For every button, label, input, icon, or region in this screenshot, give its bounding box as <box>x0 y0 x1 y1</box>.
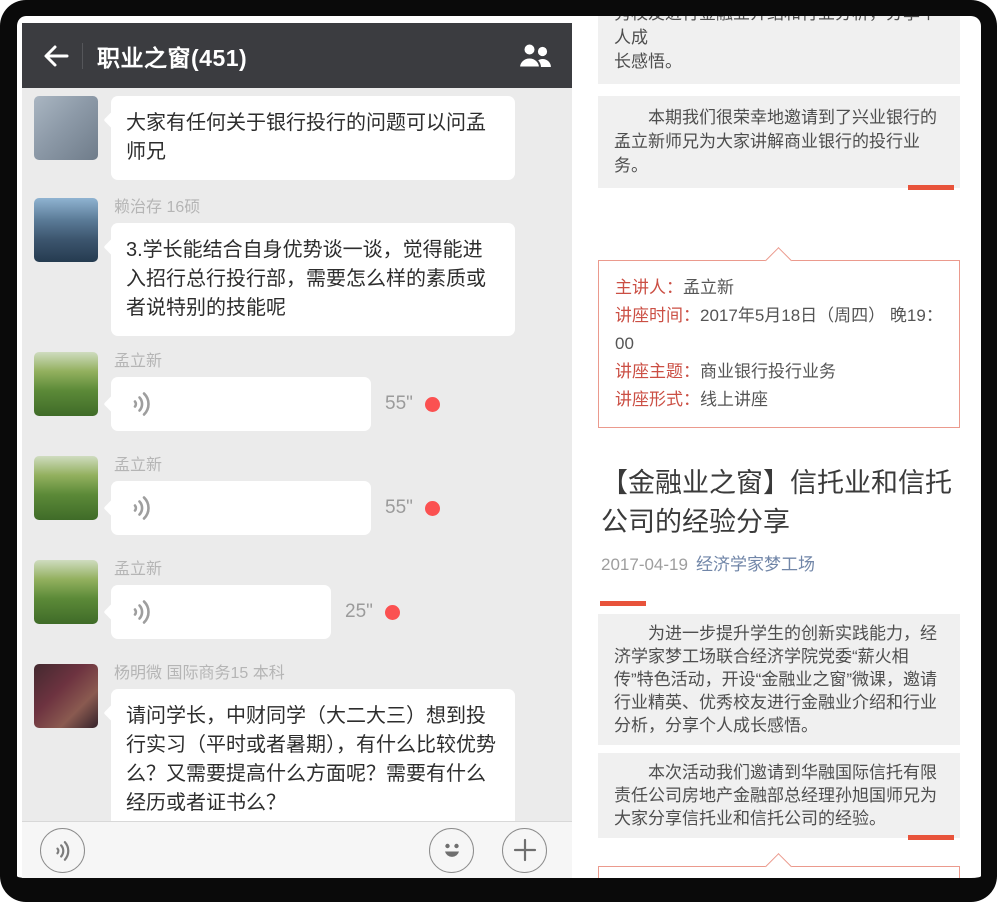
avatar[interactable] <box>34 560 98 624</box>
message-row: 孟立新 55" <box>22 352 572 431</box>
chat-messages: 大家有任何关于银行投行的问题可以问孟师兄赖治存 16硕 3.学长能结合自身优势谈一… <box>22 88 572 821</box>
avatar[interactable] <box>34 96 98 160</box>
message-input-area[interactable] <box>99 831 415 869</box>
message-row: 孟立新 25" <box>22 560 572 639</box>
sender-name: 孟立新 <box>114 456 560 476</box>
lecture-row: 讲座时间：2017年5月18日（周四） 晚19：00 <box>615 302 943 358</box>
lecture-info-box-2: 主讲人：孙旭国 讲座时间：2017年4月21日（周五） 晚19:00 讲座主题：… <box>598 866 960 902</box>
article-panel: 秀校友进行金融业介绍和行业分析，分享个人成 长感悟。 本期我们很荣幸地邀请到了兴… <box>598 16 960 902</box>
avatar[interactable] <box>34 456 98 520</box>
message-row: 杨明微 国际商务15 本科请问学长，中财同学（大二大三）想到投行实习（平时或者暑… <box>22 664 572 821</box>
avatar[interactable] <box>34 664 98 728</box>
lecture-row: 讲座形式：线上讲座 <box>615 386 943 414</box>
sender-name: 孟立新 <box>114 560 560 580</box>
callout-caret-icon <box>765 247 792 274</box>
clipped-line-end: 长感悟。 <box>614 50 944 74</box>
header-divider <box>82 43 83 69</box>
sender-name: 孟立新 <box>114 352 560 372</box>
accent-dash <box>600 601 646 606</box>
voice-message-bubble[interactable] <box>111 481 371 535</box>
lecture-info-box-1: 主讲人：孟立新 讲座时间：2017年5月18日（周四） 晚19：00 讲座主题：… <box>598 260 960 428</box>
voice-message-bubble[interactable] <box>111 377 371 431</box>
screenshot-frame: 职业之窗(451) 大家有任何关于银行投行的问题可以问孟师兄赖治存 16硕 3.学… <box>0 0 997 902</box>
chat-title: 职业之窗(451) <box>97 39 247 73</box>
text-message-bubble[interactable]: 请问学长，中财同学（大二大三）想到投行实习（平时或者暑期），有什么比较优势么？又… <box>111 689 515 821</box>
chat-panel: 职业之窗(451) 大家有任何关于银行投行的问题可以问孟师兄赖治存 16硕 3.学… <box>22 23 572 878</box>
voice-waveform-icon <box>129 390 157 418</box>
voice-duration: 55" <box>385 497 413 519</box>
article-date: 2017-04-19 <box>601 555 688 574</box>
avatar[interactable] <box>34 198 98 262</box>
message-row: 赖治存 16硕 3.学长能结合自身优势谈一谈，觉得能进入招行总行投行部，需要怎么样… <box>22 198 572 336</box>
unread-dot <box>425 501 440 516</box>
article-meta: 2017-04-19 经济学家梦工场 <box>601 554 960 575</box>
text-message-bubble[interactable]: 3.学长能结合自身优势谈一谈，觉得能进入招行总行投行部，需要怎么样的素质或者说特… <box>111 223 515 336</box>
voice-input-icon <box>51 838 75 862</box>
unread-dot <box>425 397 440 412</box>
article-title: 【金融业之窗】信托业和信托公司的经验分享 <box>601 464 960 542</box>
voice-duration: 25" <box>345 601 373 623</box>
avatar[interactable] <box>34 352 98 416</box>
message-row: 孟立新 55" <box>22 456 572 535</box>
back-arrow-icon <box>41 41 71 71</box>
plus-icon <box>512 837 538 863</box>
voice-waveform-icon <box>129 598 157 626</box>
lecture-row: 主讲人：孙旭国 <box>615 880 943 902</box>
voice-input-button[interactable] <box>40 828 85 873</box>
accent-dash <box>908 835 954 840</box>
voice-message-bubble[interactable] <box>111 585 331 639</box>
message-row: 大家有任何关于银行投行的问题可以问孟师兄 <box>22 96 572 180</box>
sender-name: 赖治存 16硕 <box>114 198 560 218</box>
unread-dot <box>385 605 400 620</box>
emoji-smiley-icon <box>437 835 467 865</box>
article-paragraph-invite-2: 本次活动我们邀请到华融国际信托有限责任公司房地产金融部总经理孙旭国师兄为大家分享… <box>598 753 960 838</box>
article-paragraph-intro: 为进一步提升学生的创新实践能力，经济学家梦工场联合经济学院党委“薪火相传”特色活… <box>598 614 960 745</box>
text-message-bubble[interactable]: 大家有任何关于银行投行的问题可以问孟师兄 <box>111 96 515 180</box>
clipped-line: 秀校友进行金融业介绍和行业分析，分享个人成 <box>614 2 944 50</box>
emoji-button[interactable] <box>429 828 474 873</box>
group-members-icon <box>515 41 555 71</box>
article-paragraph-clipped: 秀校友进行金融业介绍和行业分析，分享个人成 长感悟。 <box>598 0 960 84</box>
chat-header: 职业之窗(451) <box>22 23 572 88</box>
accent-dash <box>908 185 954 190</box>
lecture-row: 讲座主题：商业银行投行业务 <box>615 358 943 386</box>
lecture-row: 主讲人：孟立新 <box>615 274 943 302</box>
article-author-link[interactable]: 经济学家梦工场 <box>696 555 815 574</box>
callout-caret-icon <box>765 853 792 880</box>
voice-duration: 55" <box>385 393 413 415</box>
article-paragraph-invite-1: 本期我们很荣幸地邀请到了兴业银行的孟立新师兄为大家讲解商业银行的投行业务。 <box>598 96 960 188</box>
voice-waveform-icon <box>129 494 157 522</box>
back-button[interactable] <box>36 36 76 76</box>
chat-input-bar <box>22 821 572 878</box>
sender-name: 杨明微 国际商务15 本科 <box>114 664 560 684</box>
more-button[interactable] <box>502 828 547 873</box>
group-members-button[interactable] <box>512 36 558 76</box>
